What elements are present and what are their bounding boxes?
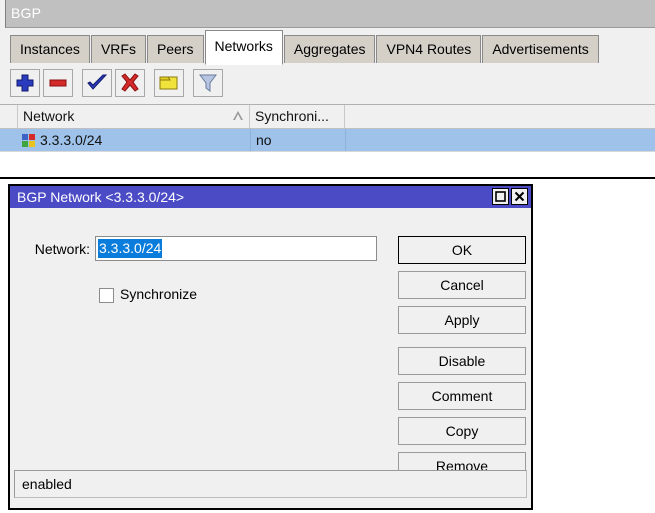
synchronize-checkbox[interactable]	[99, 288, 114, 303]
column-header-row: Network Synchroni...	[0, 105, 655, 129]
synchronize-label: Synchronize	[120, 286, 197, 302]
note-icon	[155, 70, 183, 96]
tabs-row: Instances VRFs Peers Networks Aggregates…	[10, 28, 600, 64]
enable-button[interactable]	[82, 69, 112, 97]
copy-button[interactable]: Copy	[398, 417, 526, 445]
tab-vrfs[interactable]: VRFs	[91, 35, 146, 64]
network-input-value: 3.3.3.0/24	[98, 239, 162, 258]
tabstrip: Instances VRFs Peers Networks Aggregates…	[0, 28, 655, 64]
dialog-title: BGP Network <3.3.3.0/24>	[17, 189, 184, 205]
apply-button[interactable]: Apply	[398, 306, 526, 334]
table-row[interactable]: 3.3.3.0/24 no	[0, 129, 655, 151]
tab-networks[interactable]: Networks	[205, 30, 283, 65]
filter-button[interactable]	[193, 69, 223, 97]
column-header-gutter	[0, 105, 18, 128]
row-synchronize-cell[interactable]: no	[250, 129, 345, 151]
funnel-icon	[194, 70, 222, 96]
window-left-edge	[0, 0, 6, 28]
cross-icon	[116, 70, 144, 96]
disable-button[interactable]: Disable	[398, 347, 526, 375]
list-empty-space	[0, 152, 655, 177]
comment-button[interactable]	[154, 69, 184, 97]
toolbar	[0, 64, 655, 105]
tab-advertisements[interactable]: Advertisements	[482, 35, 598, 64]
restore-button[interactable]	[492, 188, 509, 205]
column-header-synchronize[interactable]: Synchroni...	[250, 105, 345, 128]
tab-peers[interactable]: Peers	[147, 35, 204, 64]
restore-icon	[493, 190, 508, 203]
network-field-label: Network:	[22, 241, 90, 257]
column-header-network[interactable]: Network	[18, 105, 250, 128]
comment-button[interactable]: Comment	[398, 382, 526, 410]
row-network-cell[interactable]: 3.3.3.0/24	[18, 129, 250, 151]
remove-button[interactable]	[43, 69, 73, 97]
row-filler-cell	[345, 129, 655, 151]
close-icon	[512, 190, 527, 203]
row-gutter	[0, 129, 18, 151]
dialog-status-bar: enabled	[14, 470, 527, 498]
column-header-network-label: Network	[23, 108, 74, 124]
ok-button[interactable]: OK	[398, 236, 526, 264]
add-button[interactable]	[10, 69, 40, 97]
tab-instances[interactable]: Instances	[10, 35, 90, 64]
network-input[interactable]: 3.3.3.0/24	[95, 236, 377, 261]
row-network-value: 3.3.3.0/24	[40, 132, 102, 148]
check-icon	[83, 70, 111, 96]
network-entry-icon	[22, 134, 35, 147]
dialog-body: Network: 3.3.3.0/24 Synchronize OK Cance…	[10, 208, 531, 508]
column-header-filler	[345, 105, 655, 128]
dialog-titlebar[interactable]: BGP Network <3.3.3.0/24>	[10, 186, 531, 208]
list-bottom-border	[0, 177, 655, 179]
sort-ascending-icon	[233, 111, 243, 120]
cancel-button[interactable]: Cancel	[398, 271, 526, 299]
plus-icon	[11, 70, 39, 96]
bgp-network-dialog: BGP Network <3.3.3.0/24> Network:	[8, 184, 533, 510]
window-title: BGP	[11, 5, 41, 21]
tab-vpn4-routes[interactable]: VPN4 Routes	[376, 35, 481, 64]
window-titlebar: BGP	[0, 0, 655, 28]
minus-icon	[44, 70, 72, 96]
row-separator	[0, 151, 655, 152]
bgp-window: BGP Instances VRFs Peers Networks Aggreg…	[0, 0, 655, 513]
disable-button[interactable]	[115, 69, 145, 97]
close-button[interactable]	[511, 188, 528, 205]
tab-aggregates[interactable]: Aggregates	[284, 35, 376, 64]
